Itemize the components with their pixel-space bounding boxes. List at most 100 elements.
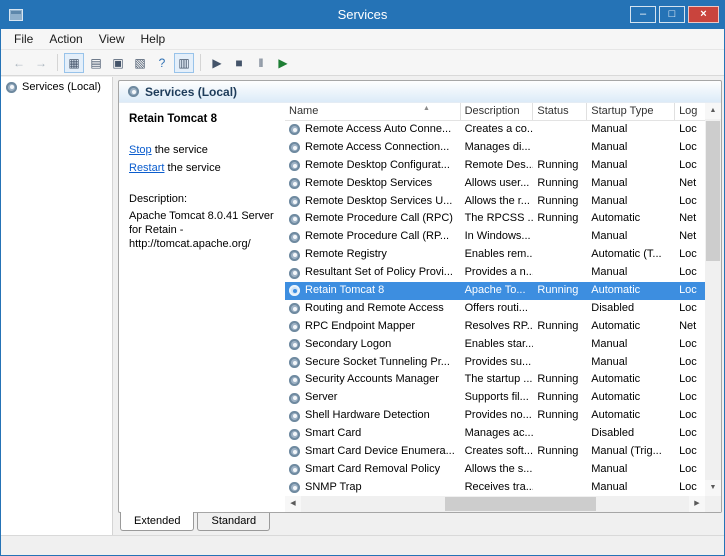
pause-service-icon[interactable]: ‖ [251, 53, 271, 73]
service-description: Supports fil... [461, 389, 534, 407]
column-header-name[interactable]: Name ▲ [285, 103, 461, 120]
service-name: Remote Access Auto Conne... [305, 121, 451, 139]
service-name-cell: Remote Access Connection... [285, 139, 461, 157]
banner-title: Services (Local) [145, 85, 237, 99]
service-row[interactable]: SNMP Trap Receives tra... Manual Loc [285, 479, 705, 496]
service-gear-icon [289, 178, 300, 189]
horizontal-scroll-thumb[interactable] [445, 497, 596, 511]
service-name: Smart Card Removal Policy [305, 461, 440, 479]
service-row[interactable]: Remote Procedure Call (RPC) The RPCSS ..… [285, 210, 705, 228]
extended-view-icon[interactable]: ▥ [174, 53, 194, 73]
service-row[interactable]: Routing and Remote Access Offers routi..… [285, 300, 705, 318]
services-list: Name ▲ Description Status Startup Type L… [285, 103, 721, 512]
refresh-icon[interactable]: ▧ [130, 53, 150, 73]
start-service-icon[interactable]: ▶ [207, 53, 227, 73]
scroll-down-icon[interactable]: ▼ [705, 480, 721, 496]
service-row[interactable]: Remote Procedure Call (RP... In Windows.… [285, 228, 705, 246]
menu-view[interactable]: View [91, 30, 133, 48]
selected-service-title: Retain Tomcat 8 [129, 113, 277, 125]
service-logon: Loc [675, 425, 705, 443]
service-description: Receives tra... [461, 479, 534, 496]
service-status: Running [533, 389, 587, 407]
service-name-cell: Remote Procedure Call (RP... [285, 228, 461, 246]
show-console-tree-icon[interactable]: ▦ [64, 53, 84, 73]
help-icon[interactable]: ? [152, 53, 172, 73]
back-icon[interactable]: ← [9, 53, 29, 73]
service-row[interactable]: Secondary Logon Enables star... Manual L… [285, 336, 705, 354]
close-button[interactable]: × [688, 6, 719, 23]
menu-action[interactable]: Action [41, 30, 90, 48]
service-status: Running [533, 210, 587, 228]
service-gear-icon [289, 321, 300, 332]
service-row[interactable]: Resultant Set of Policy Provi... Provide… [285, 264, 705, 282]
column-header-log-on-as[interactable]: Log [675, 103, 705, 120]
service-row[interactable]: Remote Access Auto Conne... Creates a co… [285, 121, 705, 139]
service-startup-type: Automatic [587, 210, 675, 228]
service-row[interactable]: Smart Card Manages ac... Disabled Loc [285, 425, 705, 443]
service-name: Security Accounts Manager [305, 371, 439, 389]
list-header: Name ▲ Description Status Startup Type L… [285, 103, 705, 121]
service-row[interactable]: Retain Tomcat 8 Apache To... Running Aut… [285, 282, 705, 300]
service-row[interactable]: Shell Hardware Detection Provides no... … [285, 407, 705, 425]
service-row[interactable]: Secure Socket Tunneling Pr... Provides s… [285, 354, 705, 372]
service-name-cell: Routing and Remote Access [285, 300, 461, 318]
service-row[interactable]: Smart Card Device Enumera... Creates sof… [285, 443, 705, 461]
service-row[interactable]: RPC Endpoint Mapper Resolves RP... Runni… [285, 318, 705, 336]
tree-item-services-local[interactable]: Services (Local) [1, 77, 112, 97]
service-description: Apache To... [461, 282, 534, 300]
services-pane-inner: Services (Local) Retain Tomcat 8 Stop th… [118, 80, 722, 513]
restart-service-link[interactable]: Restart [129, 162, 164, 174]
column-header-description[interactable]: Description [461, 103, 534, 120]
service-logon: Loc [675, 354, 705, 372]
service-logon: Net [675, 228, 705, 246]
service-row[interactable]: Remote Desktop Services Allows user... R… [285, 175, 705, 193]
service-logon: Loc [675, 246, 705, 264]
restart-service-icon[interactable]: ▶ [273, 53, 293, 73]
menu-help[interactable]: Help [133, 30, 174, 48]
service-row[interactable]: Smart Card Removal Policy Allows the s..… [285, 461, 705, 479]
service-description: Provides a n... [461, 264, 534, 282]
service-name: Secure Socket Tunneling Pr... [305, 354, 450, 372]
tab-extended[interactable]: Extended [120, 512, 194, 531]
menu-file[interactable]: File [6, 30, 41, 48]
forward-icon[interactable]: → [31, 53, 51, 73]
service-description: Remote Des... [461, 157, 534, 175]
column-header-startup-type[interactable]: Startup Type [587, 103, 675, 120]
properties-icon[interactable]: ▣ [108, 53, 128, 73]
service-row[interactable]: Server Supports fil... Running Automatic… [285, 389, 705, 407]
scroll-up-icon[interactable]: ▲ [705, 103, 721, 119]
minimize-button[interactable]: – [630, 6, 656, 23]
service-row[interactable]: Remote Access Connection... Manages di..… [285, 139, 705, 157]
stop-service-link[interactable]: Stop [129, 144, 152, 156]
restart-service-line: Restart the service [129, 161, 277, 175]
service-status [533, 425, 587, 443]
tab-standard[interactable]: Standard [197, 513, 270, 531]
horizontal-scrollbar[interactable]: ◀ ▶ [285, 496, 705, 512]
scrollbar-corner [705, 496, 721, 512]
service-status: Running [533, 193, 587, 211]
service-status [533, 246, 587, 264]
stop-service-icon[interactable]: ■ [229, 53, 249, 73]
service-row[interactable]: Remote Desktop Services U... Allows the … [285, 193, 705, 211]
service-name-cell: SNMP Trap [285, 479, 461, 496]
service-row[interactable]: Remote Registry Enables rem... Automatic… [285, 246, 705, 264]
maximize-button[interactable]: □ [659, 6, 685, 23]
service-startup-type: Manual [587, 193, 675, 211]
service-name-cell: Resultant Set of Policy Provi... [285, 264, 461, 282]
service-logon: Loc [675, 407, 705, 425]
column-header-status[interactable]: Status [533, 103, 587, 120]
service-gear-icon [289, 124, 300, 135]
vertical-scrollbar[interactable]: ▲ ▼ [705, 103, 721, 496]
service-logon: Loc [675, 193, 705, 211]
service-logon: Loc [675, 371, 705, 389]
service-startup-type: Manual [587, 479, 675, 496]
export-list-icon[interactable]: ▤ [86, 53, 106, 73]
vertical-scroll-thumb[interactable] [706, 121, 720, 261]
service-description: Resolves RP... [461, 318, 534, 336]
service-gear-icon [289, 285, 300, 296]
service-name: Remote Access Connection... [305, 139, 449, 157]
service-row[interactable]: Security Accounts Manager The startup ..… [285, 371, 705, 389]
scroll-right-icon[interactable]: ▶ [689, 496, 705, 512]
scroll-left-icon[interactable]: ◀ [285, 496, 301, 512]
service-row[interactable]: Remote Desktop Configurat... Remote Des.… [285, 157, 705, 175]
